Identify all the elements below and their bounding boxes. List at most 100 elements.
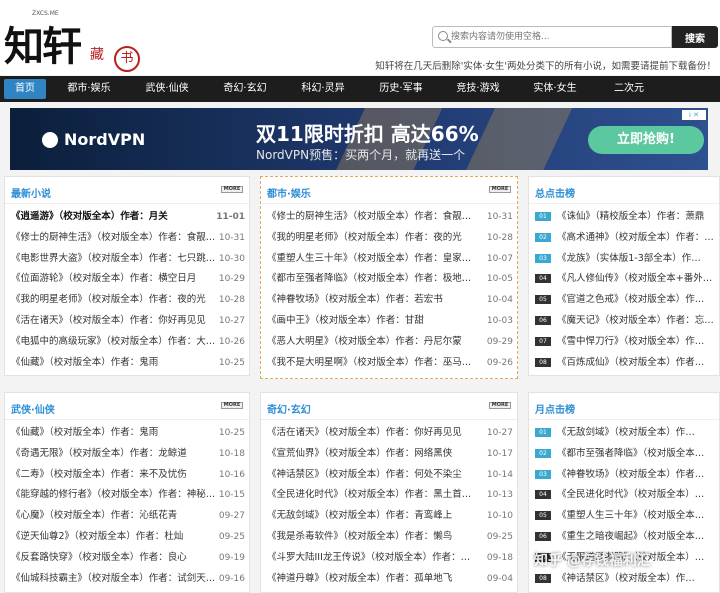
- panel-title[interactable]: 都市·娱乐: [267, 185, 311, 200]
- novel-list-item[interactable]: 《恶人大明星》（校对版全本）作者：丹尼尔蒙 09-29: [267, 332, 513, 352]
- novel-list-item[interactable]: 《仙藏》（校对版全本）作者：鬼雨 10-25: [11, 353, 245, 373]
- rank-item[interactable]: 05 《官道之色戒》（校对版全本）作…: [535, 290, 715, 310]
- panel-title[interactable]: 总点击榜: [535, 185, 575, 200]
- novel-title-link[interactable]: 《逆天仙尊2》（校对版全本）作者：杜灿: [11, 531, 183, 542]
- novel-list-item[interactable]: 《电狐中的高级玩家》（校对版全本）作者：大… 10-26: [11, 332, 245, 352]
- novel-list-item[interactable]: 《修士的厨神生活》（校对版全本）作者：食靓… 10-31: [11, 228, 245, 248]
- novel-list-item[interactable]: 《都市至强者降临》（校对版全本）作者：极地… 10-05: [267, 269, 513, 289]
- rank-item[interactable]: 04 《凡人修仙传》（校对版全本+番外…: [535, 269, 715, 289]
- novel-title-link[interactable]: 《神眷牧场》（校对版全本）作者：若宏书: [267, 294, 443, 305]
- novel-list-item[interactable]: 《修士的厨神生活》（校对版全本）作者：食靓… 10-31: [267, 207, 513, 227]
- more-button[interactable]: MORE: [489, 186, 511, 193]
- search-button[interactable]: 搜索: [672, 26, 718, 48]
- nav-item-1[interactable]: 都市·娱乐: [56, 76, 122, 102]
- novel-title-link[interactable]: 《仙城科技霸主》（校对版全本）作者：试剑天…: [11, 573, 215, 584]
- novel-list-item[interactable]: 《我不是大明星啊》（校对版全本）作者：巫马… 09-26: [267, 353, 513, 373]
- novel-title-link[interactable]: 《恶人大明星》（校对版全本）作者：丹尼尔蒙: [267, 336, 462, 347]
- novel-list-item[interactable]: 《斗罗大陆III龙王传说》（校对版全本）作者：… 09-18: [267, 548, 513, 568]
- more-button[interactable]: MORE: [221, 186, 243, 193]
- rank-item[interactable]: 02 《都市至强者降临》（校对版全本…: [535, 444, 715, 464]
- novel-title-link[interactable]: 《画中王》（校对版全本）作者：甘甜: [267, 315, 424, 326]
- novel-title-link[interactable]: 《电狐中的高级玩家》（校对版全本）作者：大…: [11, 336, 215, 347]
- novel-title-link[interactable]: 《全民进化时代》（校对版全本）作者：黑土首…: [267, 489, 471, 500]
- ad-banner[interactable]: NordVPN 双11限时折扣 高达66% NordVPN预售：买两个月，就再送…: [10, 108, 708, 170]
- search-input[interactable]: [451, 29, 666, 45]
- novel-list-item[interactable]: 《重塑人生三十年》（校对版全本）作者：皇家… 10-07: [267, 249, 513, 269]
- rank-item[interactable]: 02 《高术通神》（校对版全本）作者：…: [535, 228, 715, 248]
- novel-list-item[interactable]: 《二寿》（校对版全本）作者：来不及忧伤 10-16: [11, 465, 245, 485]
- novel-list-item[interactable]: 《仙城科技霸主》（校对版全本）作者：试剑天… 09-16: [11, 569, 245, 589]
- rank-item-title[interactable]: 《百炼成仙》（校对版全本）作者…: [557, 357, 704, 368]
- panel-title[interactable]: 最新小说: [11, 185, 51, 200]
- rank-item[interactable]: 07 《雪中悍刀行》（校对版全本）作…: [535, 332, 715, 352]
- rank-item[interactable]: 06 《魔天记》（校对版全本）作者：忘…: [535, 311, 715, 331]
- rank-item-title[interactable]: 《神话禁区》（校对版全本）作…: [557, 573, 695, 584]
- novel-title-link[interactable]: 《仙藏》（校对版全本）作者：鬼雨: [11, 357, 158, 368]
- novel-list-item[interactable]: 《神道丹尊》（校对版全本）作者：孤单地飞 09-04: [267, 569, 513, 589]
- rank-item[interactable]: 06 《重生之暗夜崛起》（校对版全本…: [535, 527, 715, 547]
- rank-item[interactable]: 08 《百炼成仙》（校对版全本）作者…: [535, 353, 715, 373]
- rank-item-title[interactable]: 《全民进化时代》（校对版全本）…: [557, 489, 704, 500]
- novel-list-item[interactable]: 《逆天仙尊2》（校对版全本）作者：杜灿 09-25: [11, 527, 245, 547]
- rank-item[interactable]: 08 《神话禁区》（校对版全本）作…: [535, 569, 715, 589]
- rank-item-title[interactable]: 《雪中悍刀行》（校对版全本）作…: [557, 336, 704, 347]
- nav-item-8[interactable]: 二次元: [600, 76, 658, 102]
- rank-item[interactable]: 03 《龙族》（实体版1-3部全本）作…: [535, 249, 715, 269]
- novel-list-item[interactable]: 《反套路快穿》（校对版全本）作者：良心 09-19: [11, 548, 245, 568]
- site-logo[interactable]: ZXCS.ME 知轩 藏 书: [2, 8, 152, 72]
- novel-title-link[interactable]: 《修士的厨神生活》（校对版全本）作者：食靓…: [11, 232, 215, 243]
- novel-list-item[interactable]: 《画中王》（校对版全本）作者：甘甜 10-03: [267, 311, 513, 331]
- novel-list-item[interactable]: 《活在诸天》（校对版全本）作者：你好再见见 10-27: [267, 423, 513, 443]
- nav-item-2[interactable]: 武侠·仙侠: [134, 76, 200, 102]
- novel-title-link[interactable]: 《我不是大明星啊》（校对版全本）作者：巫马…: [267, 357, 471, 368]
- nav-item-6[interactable]: 竞技·游戏: [446, 76, 510, 102]
- novel-title-link[interactable]: 《活在诸天》（校对版全本）作者：你好再见见: [11, 315, 206, 326]
- novel-title-link[interactable]: 《电影世界大盗》（校对版全本）作者：七只跳…: [11, 253, 215, 264]
- novel-title-link[interactable]: 《都市至强者降临》（校对版全本）作者：极地…: [267, 273, 471, 284]
- nav-item-7[interactable]: 实体·女生: [522, 76, 588, 102]
- novel-title-link[interactable]: 《逍遥游》（校对版全本）作者：月关: [11, 211, 168, 222]
- novel-title-link[interactable]: 《我是杀毒软件》（校对版全本）作者：懒鸟: [267, 531, 452, 542]
- novel-list-item[interactable]: 《奇遇无限》（校对版全本）作者：龙鲸道 10-18: [11, 444, 245, 464]
- novel-list-item[interactable]: 《仙藏》（校对版全本）作者：鬼雨 10-25: [11, 423, 245, 443]
- rank-item-title[interactable]: 《高术通神》（校对版全本）作者：…: [557, 232, 714, 243]
- rank-item[interactable]: 03 《神眷牧场》（校对版全本）作者…: [535, 465, 715, 485]
- novel-title-link[interactable]: 《二寿》（校对版全本）作者：来不及忧伤: [11, 469, 187, 480]
- novel-list-item[interactable]: 《全民进化时代》（校对版全本）作者：黑土首… 10-13: [267, 485, 513, 505]
- novel-title-link[interactable]: 《神话禁区》（校对版全本）作者：何处不染尘: [267, 469, 462, 480]
- rank-item-title[interactable]: 《官道之色戒》（校对版全本）作…: [557, 294, 704, 305]
- rank-item-title[interactable]: 《神眷牧场》（校对版全本）作者…: [557, 469, 704, 480]
- nav-item-0[interactable]: 首页: [4, 79, 46, 99]
- more-button[interactable]: MORE: [221, 402, 243, 409]
- novel-list-item[interactable]: 《神话禁区》（校对版全本）作者：何处不染尘 10-14: [267, 465, 513, 485]
- novel-title-link[interactable]: 《斗罗大陆III龙王传说》（校对版全本）作者：…: [267, 552, 470, 563]
- rank-item-title[interactable]: 《都市至强者降临》（校对版全本…: [557, 448, 704, 459]
- novel-title-link[interactable]: 《仙藏》（校对版全本）作者：鬼雨: [11, 427, 158, 438]
- novel-title-link[interactable]: 《心魔》（校对版全本）作者：沁纸花青: [11, 510, 177, 521]
- more-button[interactable]: MORE: [489, 402, 511, 409]
- rank-item[interactable]: 04 《全民进化时代》（校对版全本）…: [535, 485, 715, 505]
- novel-title-link[interactable]: 《活在诸天》（校对版全本）作者：你好再见见: [267, 427, 462, 438]
- nav-item-4[interactable]: 科幻·灵异: [290, 76, 356, 102]
- novel-title-link[interactable]: 《重塑人生三十年》（校对版全本）作者：皇家…: [267, 253, 471, 264]
- rank-item-title[interactable]: 《龙族》（实体版1-3部全本）作…: [557, 253, 701, 264]
- novel-list-item[interactable]: 《活在诸天》（校对版全本）作者：你好再见见 10-27: [11, 311, 245, 331]
- panel-title[interactable]: 奇幻·玄幻: [267, 401, 311, 416]
- nav-item-5[interactable]: 历史·军事: [368, 76, 434, 102]
- novel-title-link[interactable]: 《神道丹尊》（校对版全本）作者：孤单地飞: [267, 573, 452, 584]
- rank-item-title[interactable]: 《魔天记》（校对版全本）作者：忘…: [557, 315, 714, 326]
- ad-choices-icon[interactable]: i ✕: [682, 110, 706, 120]
- novel-title-link[interactable]: 《无敌剑域》（校对版全本）作者：青鸾峰上: [267, 510, 452, 521]
- novel-list-item[interactable]: 《电影世界大盗》（校对版全本）作者：七只跳… 10-30: [11, 249, 245, 269]
- novel-list-item[interactable]: 《能穿越的修行者》（校对版全本）作者：神秘… 10-15: [11, 485, 245, 505]
- novel-list-item[interactable]: 《位面游轮》（校对版全本）作者：横空日月 10-29: [11, 269, 245, 289]
- novel-list-item[interactable]: 《逍遥游》（校对版全本）作者：月关 11-01: [11, 207, 245, 227]
- rank-item[interactable]: 01 《无敌剑域》（校对版全本）作…: [535, 423, 715, 443]
- rank-item[interactable]: 05 《重塑人生三十年》（校对版全本…: [535, 506, 715, 526]
- nav-item-3[interactable]: 奇幻·玄幻: [212, 76, 278, 102]
- novel-title-link[interactable]: 《位面游轮》（校对版全本）作者：横空日月: [11, 273, 196, 284]
- novel-list-item[interactable]: 《宣荒仙界》（校对版全本）作者：网络黑侠 10-17: [267, 444, 513, 464]
- novel-title-link[interactable]: 《反套路快穿》（校对版全本）作者：良心: [11, 552, 187, 563]
- ad-cta-button[interactable]: 立即抢购!: [588, 126, 704, 154]
- novel-title-link[interactable]: 《宣荒仙界》（校对版全本）作者：网络黑侠: [267, 448, 452, 459]
